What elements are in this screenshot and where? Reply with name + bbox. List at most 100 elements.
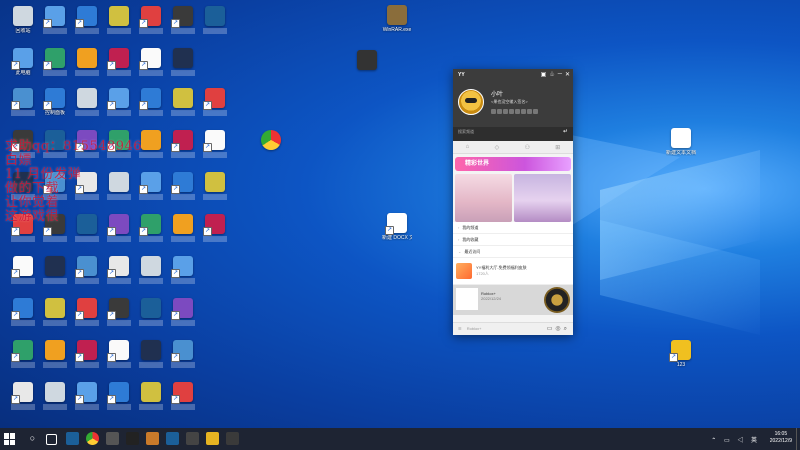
recent-channel[interactable]: YY福利大厅-免费领福利皮肤 1720人 (453, 258, 573, 285)
desktop-icon[interactable] (200, 172, 230, 200)
badge-icon[interactable] (509, 109, 514, 114)
show-desktop-button[interactable] (796, 428, 800, 450)
desktop-icon[interactable]: ↗ (104, 48, 134, 76)
desktop-icon-winrar[interactable]: WinRAR.exe (382, 5, 412, 33)
desktop-icon[interactable]: ↗ (200, 130, 230, 158)
menu-icon[interactable]: ☰ (458, 326, 462, 331)
desktop-icon[interactable]: ↗ (168, 6, 198, 34)
badge-icon[interactable] (533, 109, 538, 114)
desktop-icon[interactable]: ↗ (136, 48, 166, 76)
bottom-input[interactable]: Roblox+ (467, 326, 482, 331)
user-icon[interactable]: ⚇ (525, 144, 530, 151)
yy-window[interactable]: YY ▣ ♧ ─ ✕ 小叶 <果也没空输入签名> 搜索频道 ↵ ⌂ ◇ ⚇ ⊞ … (453, 69, 573, 335)
desktop-icon[interactable] (200, 6, 230, 34)
desktop-icon[interactable] (40, 382, 70, 410)
badge-icon[interactable] (491, 109, 496, 114)
list-item[interactable]: › 我的频道 (453, 222, 573, 234)
desktop-icon[interactable] (136, 340, 166, 368)
desktop-icon[interactable] (40, 298, 70, 326)
desktop-icon-docx[interactable]: ↗ 新建 DOCX 文档 (382, 213, 412, 241)
settings-icon[interactable]: ◎ (555, 326, 563, 332)
badge-icon[interactable] (515, 109, 520, 114)
desktop-icon[interactable]: ↗ (8, 298, 38, 326)
skin-icon[interactable]: ▣ (541, 71, 547, 78)
desktop-icon[interactable]: ↗ (104, 382, 134, 410)
search-bar[interactable]: 搜索频道 ↵ (453, 127, 573, 141)
desktop-icon-text-doc[interactable]: 新建文本文档 (2) (666, 128, 696, 156)
desktop-icon[interactable]: ↗ (8, 256, 38, 284)
desktop-icon[interactable] (136, 382, 166, 410)
badge-icon[interactable] (497, 109, 502, 114)
app-icon[interactable] (186, 432, 199, 445)
desktop-icon[interactable]: ↗ (72, 256, 102, 284)
task-view-icon[interactable] (46, 434, 57, 445)
start-button[interactable] (4, 433, 16, 445)
desktop-icon[interactable] (168, 214, 198, 242)
compass-icon[interactable]: ◇ (495, 144, 500, 151)
desktop-icon[interactable]: ↗ (200, 214, 230, 242)
desktop-icon[interactable]: ↗ (136, 88, 166, 116)
desktop-icon[interactable]: ↗ 控制面板 (40, 88, 70, 116)
system-tray[interactable]: ⌃ ▭ ◁ 英 (711, 435, 760, 444)
desktop-icon[interactable]: ↗ (200, 88, 230, 116)
chrome-icon[interactable] (86, 432, 99, 445)
grid-icon[interactable]: ⊞ (555, 144, 560, 151)
badge-icon[interactable] (503, 109, 508, 114)
badge-icon[interactable] (527, 109, 532, 114)
shirt-icon[interactable]: ♧ (549, 71, 554, 78)
desktop-icon[interactable] (72, 48, 102, 76)
promo-banner[interactable]: 精彩世界 (455, 157, 571, 171)
list-item[interactable]: › 我的收藏 (453, 234, 573, 246)
app-icon[interactable] (126, 432, 139, 445)
search-icon[interactable]: ⌕ (564, 326, 570, 332)
avatar[interactable] (458, 89, 484, 115)
desktop-icon[interactable]: ↗ (168, 130, 198, 158)
desktop-icon[interactable]: ↗ (168, 298, 198, 326)
desktop-icon[interactable] (72, 88, 102, 116)
desktop-icon[interactable] (40, 340, 70, 368)
steam-icon[interactable] (66, 432, 79, 445)
desktop-icon[interactable] (104, 6, 134, 34)
desktop-icon[interactable]: ↗ (40, 6, 70, 34)
game-icon[interactable] (146, 432, 159, 445)
desktop-icon[interactable]: ↗ (168, 340, 198, 368)
desktop-icon[interactable]: ↗ (8, 382, 38, 410)
minimize-icon[interactable]: ─ (558, 71, 562, 78)
enter-icon[interactable]: ↵ (563, 128, 568, 135)
desktop-icon[interactable]: ↗ (168, 256, 198, 284)
desktop-icon[interactable]: ↗ (104, 340, 134, 368)
recent-channel[interactable]: Roblox+ 2022/12/24 (453, 285, 573, 315)
desktop-icon[interactable]: ↗ (72, 382, 102, 410)
desktop-icon[interactable]: ↗ (72, 298, 102, 326)
app-icon[interactable] (106, 432, 119, 445)
desktop-icon[interactable]: ↗ 此电脑 (8, 48, 38, 76)
desktop-icon[interactable]: ↗ (8, 88, 38, 116)
promo-image[interactable] (455, 174, 512, 222)
user-signature[interactable]: <果也没空输入签名> (491, 99, 528, 105)
desktop-icon[interactable]: ↗ (40, 48, 70, 76)
clock[interactable]: 16:05 2022/12/9 (770, 431, 792, 445)
promo-image[interactable] (514, 174, 571, 222)
search-icon[interactable]: ○ (26, 432, 39, 445)
search-input[interactable]: 搜索频道 (458, 129, 474, 134)
desktop-icon[interactable] (136, 298, 166, 326)
desktop-icon[interactable]: ↗ (104, 256, 134, 284)
desktop-icon[interactable]: 回收站 (8, 6, 38, 34)
steam-icon[interactable] (166, 432, 179, 445)
home-icon[interactable]: ⌂ (466, 144, 470, 150)
yy-icon[interactable] (206, 432, 219, 445)
desktop-icon[interactable] (136, 256, 166, 284)
close-icon[interactable]: ✕ (565, 71, 570, 78)
desktop-icon[interactable] (168, 88, 198, 116)
desktop-icon[interactable]: ↗ (104, 88, 134, 116)
desktop-icon[interactable]: ↗ (72, 340, 102, 368)
list-item[interactable]: ⌄ 最近访问 (453, 246, 573, 258)
desktop-icon-unknown[interactable] (352, 50, 382, 70)
desktop-icon-123[interactable]: ↗ 123 (666, 340, 696, 368)
badge-icon[interactable] (521, 109, 526, 114)
desktop-icon[interactable]: ↗ (72, 6, 102, 34)
desktop-icon[interactable]: ↗ (168, 382, 198, 410)
desktop-icon[interactable]: ↗ (168, 172, 198, 200)
desktop-icon[interactable] (40, 256, 70, 284)
desktop-icon[interactable]: ↗ (104, 298, 134, 326)
